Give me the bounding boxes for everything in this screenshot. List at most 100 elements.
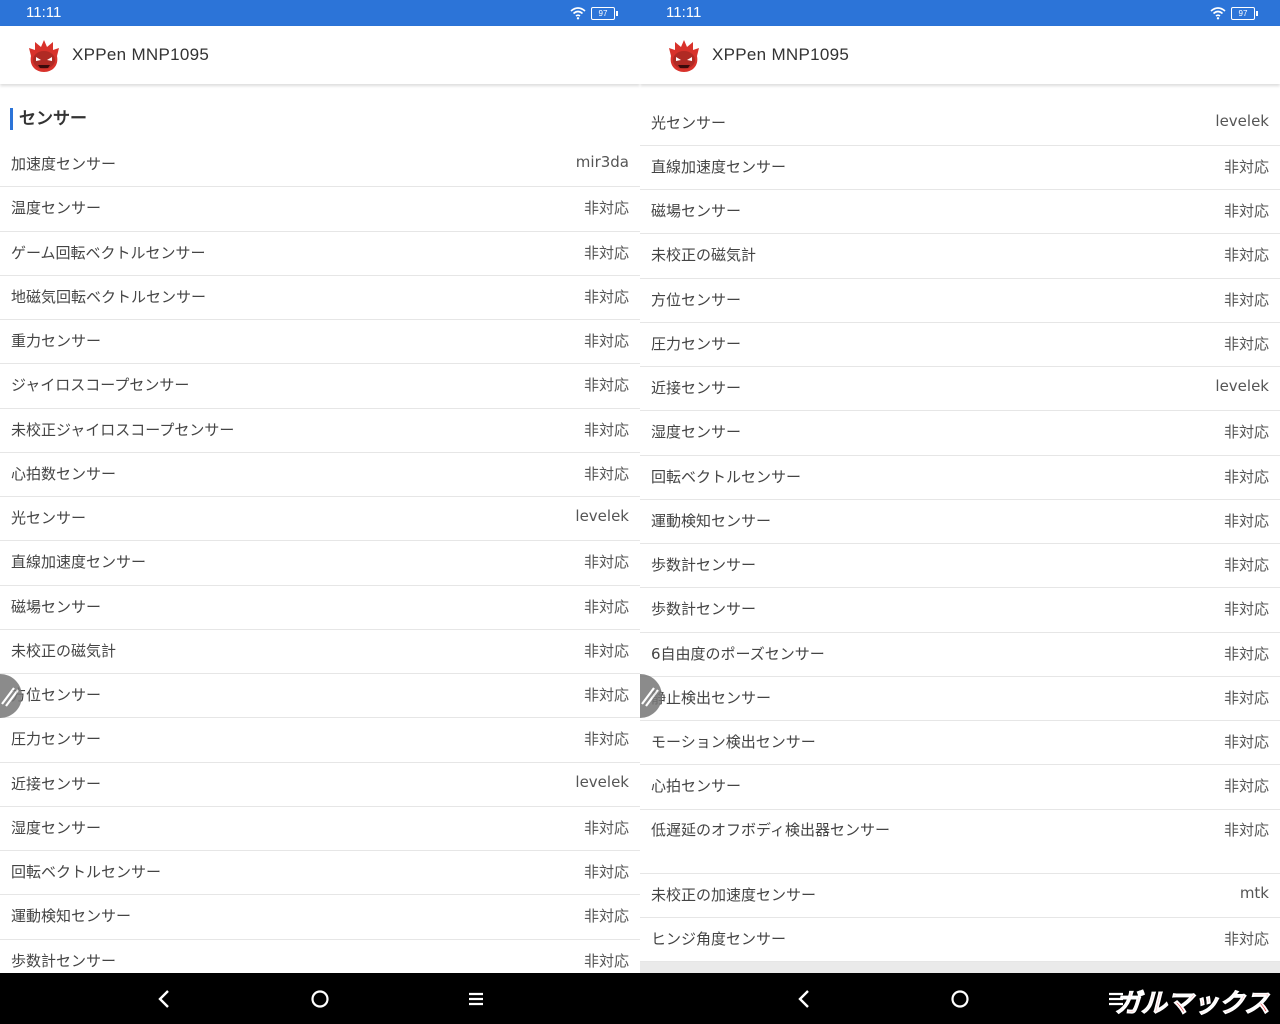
- table-row[interactable]: 歩数計センサー 非対応: [640, 543, 1280, 589]
- sensor-value: mir3da: [575, 153, 629, 171]
- sensor-label: 未校正の磁気計: [651, 246, 757, 265]
- section-title: センサー: [10, 108, 87, 130]
- sensor-label: 地磁気回転ベクトルセンサー: [11, 287, 207, 306]
- wifi-icon: [1210, 7, 1226, 20]
- table-row[interactable]: 静止検出センサー 非対応: [640, 676, 1280, 721]
- table-row[interactable]: ヒンジ角度センサー 非対応: [640, 917, 1280, 962]
- sensor-list[interactable]: センサー 加速度センサー mir3da 温度センサー 非対応 ゲーム回転ベクトルセンサー…: [0, 84, 640, 973]
- table-row[interactable]: 光センサー levelek: [640, 101, 1280, 146]
- home-icon[interactable]: [947, 986, 973, 1012]
- sensor-label: 運動検知センサー: [651, 511, 772, 530]
- table-row[interactable]: モーション検出センサー 非対応: [640, 720, 1280, 766]
- table-row[interactable]: 歩数計センサー 非対応: [640, 587, 1280, 633]
- sensor-value: 非対応: [583, 376, 629, 395]
- table-row[interactable]: 直線加速度センサー 非対応: [0, 540, 640, 586]
- table-row[interactable]: 光センサー levelek: [0, 496, 640, 542]
- sensor-value: levelek: [1215, 111, 1269, 130]
- sensor-label: 低遅延のオフボディ検出器センサー: [651, 820, 890, 839]
- table-row[interactable]: 温度センサー 非対応: [0, 186, 640, 232]
- sensor-label: ジャイロスコープセンサー: [11, 376, 190, 395]
- sensor-value: 非対応: [583, 464, 629, 483]
- table-row[interactable]: 方位センサー 非対応: [0, 673, 640, 719]
- sensor-label: 光センサー: [11, 509, 87, 527]
- table-row[interactable]: 方位センサー 非対応: [640, 278, 1280, 323]
- table-row[interactable]: 湿度センサー 非対応: [640, 410, 1280, 456]
- status-bar: 11:11 97: [0, 0, 640, 26]
- table-row[interactable]: 回転ベクトルセンサー 非対応: [640, 455, 1280, 500]
- table-row[interactable]: 直線加速度センサー 非対応: [640, 145, 1280, 190]
- floating-edit-icon: [641, 687, 659, 707]
- table-row[interactable]: 回転ベクトルセンサー 非対応: [0, 850, 640, 896]
- sensor-value: 非対応: [583, 686, 629, 704]
- table-row[interactable]: 未校正の加速度センサー mtk: [640, 873, 1280, 918]
- sensor-value: 非対応: [583, 553, 629, 572]
- back-icon[interactable]: [791, 986, 817, 1012]
- sensor-value: 非対応: [1223, 556, 1269, 574]
- sensor-label: 圧力センサー: [651, 334, 742, 353]
- table-row[interactable]: 地磁気回転ベクトルセンサー 非対応: [0, 275, 640, 320]
- table-row[interactable]: 心拍センサー 非対応: [640, 764, 1280, 810]
- status-time: 11:11: [26, 4, 62, 21]
- sensor-label: 重力センサー: [11, 332, 102, 350]
- table-row[interactable]: 加速度センサー mir3da: [0, 142, 640, 188]
- antutu-logo-icon: [29, 40, 59, 72]
- sensor-value: 非対応: [583, 287, 629, 306]
- sensor-label: 回転ベクトルセンサー: [11, 863, 162, 881]
- table-row[interactable]: 圧力センサー 非対応: [0, 717, 640, 763]
- sensor-label: 未校正ジャイロスコープセンサー: [11, 420, 235, 439]
- table-row[interactable]: 低遅延のオフボディ検出器センサー 非対応: [640, 809, 1280, 874]
- table-row[interactable]: 磁場センサー 非対応: [640, 189, 1280, 235]
- sensor-value: 非対応: [583, 420, 629, 439]
- home-icon[interactable]: [307, 986, 333, 1012]
- menu-icon[interactable]: [463, 986, 489, 1012]
- wifi-icon: [570, 7, 586, 20]
- sensor-label: 直線加速度センサー: [11, 553, 147, 572]
- table-row[interactable]: 心拍数センサー 非対応: [0, 452, 640, 497]
- sensor-value: 非対応: [1223, 688, 1269, 707]
- sensor-value: 非対応: [583, 199, 629, 218]
- table-row[interactable]: 重力センサー 非対応: [0, 319, 640, 365]
- sensor-value: 非対応: [583, 863, 629, 881]
- sensor-label: 磁場センサー: [11, 597, 102, 616]
- sensor-value: 非対応: [1223, 423, 1269, 442]
- sensor-value: 非対応: [583, 951, 629, 970]
- table-row[interactable]: 歩数計センサー 非対応: [0, 939, 640, 974]
- sensor-label: 湿度センサー: [11, 818, 102, 837]
- floating-edit-icon: [1, 687, 19, 707]
- back-icon[interactable]: [151, 986, 177, 1012]
- sensor-label: 歩数計センサー: [651, 556, 757, 574]
- watermark-logo: ガルマックス: [1114, 989, 1270, 1018]
- sensor-value: 非対応: [1223, 334, 1269, 353]
- sensor-label: 6自由度のポーズセンサー: [651, 644, 825, 663]
- table-row[interactable]: ジャイロスコープセンサー 非対応: [0, 363, 640, 409]
- sensor-value: 非対応: [583, 597, 629, 616]
- table-row[interactable]: 湿度センサー 非対応: [0, 806, 640, 851]
- sensor-label: 未校正の加速度センサー: [651, 885, 817, 904]
- table-row[interactable]: 圧力センサー 非対応: [640, 322, 1280, 367]
- table-row[interactable]: 6自由度のポーズセンサー 非対応: [640, 632, 1280, 677]
- table-row[interactable]: ゲーム回転ベクトルセンサー 非対応: [0, 231, 640, 276]
- sensor-value: 非対応: [583, 332, 629, 350]
- sensor-label: モーション検出センサー: [651, 733, 816, 751]
- table-row[interactable]: 磁場センサー 非対応: [0, 585, 640, 630]
- sensor-value: 非対応: [1223, 820, 1269, 839]
- table-row[interactable]: 近接センサー levelek: [0, 762, 640, 807]
- sensor-label: 運動検知センサー: [11, 907, 132, 926]
- sensor-value: levelek: [1215, 377, 1269, 395]
- sensor-value: 非対応: [583, 907, 629, 926]
- sensor-label: 心拍数センサー: [11, 464, 117, 483]
- table-row[interactable]: 運動検知センサー 非対応: [0, 894, 640, 940]
- sensor-value: 非対応: [1223, 157, 1269, 176]
- battery-icon: 97: [591, 7, 618, 20]
- sensor-value: 非対応: [1223, 290, 1269, 309]
- table-row[interactable]: 未校正の磁気計 非対応: [0, 629, 640, 674]
- table-row[interactable]: 運動検知センサー 非対応: [640, 499, 1280, 544]
- sensor-label: 湿度センサー: [651, 423, 742, 442]
- sensor-value: 非対応: [1223, 246, 1269, 265]
- table-row[interactable]: 未校正ジャイロスコープセンサー 非対応: [0, 408, 640, 453]
- sensor-value: 非対応: [1223, 511, 1269, 530]
- sensor-list[interactable]: 光センサー levelek 直線加速度センサー 非対応 磁場センサー 非対応 未校正の磁気計…: [640, 84, 1280, 973]
- table-row[interactable]: 近接センサー levelek: [640, 366, 1280, 412]
- app-bar: XPPen MNP1095: [0, 26, 640, 84]
- table-row[interactable]: 未校正の磁気計 非対応: [640, 233, 1280, 279]
